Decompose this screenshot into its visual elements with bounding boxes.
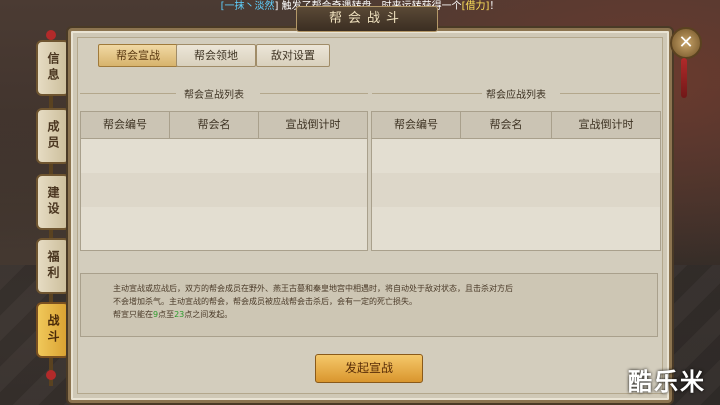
red-knot-icon (46, 30, 56, 40)
close-button[interactable]: ✕ (670, 27, 702, 59)
table-row (81, 207, 367, 241)
war-rules-info: 主动宣战或应战后，双方的帮会成员在野外、燕王古墓和秦皇地宫中相遇时，将自动处于敌… (80, 273, 658, 337)
table-header: 帮会编号 帮会名 宣战倒计时 (81, 112, 367, 139)
tab-declare-war[interactable]: 帮会宣战 (98, 44, 178, 67)
side-tab-members[interactable]: 成员 (36, 108, 70, 164)
divider (80, 93, 176, 94)
column-header: 帮会名 (170, 112, 259, 138)
divider (372, 93, 482, 94)
watermark-logo: 酷乐米 (628, 368, 706, 396)
column-header: 宣战倒计时 (285, 118, 341, 131)
side-tab-welfare[interactable]: 福利 (36, 238, 70, 294)
declare-list-title: 帮会宣战列表 (184, 90, 244, 101)
tassel-decoration (681, 58, 687, 98)
info-line: 主动宣战或应战后，双方的帮会成员在野外、燕王古墓和秦皇地宫中相遇时，将自动处于敌… (113, 284, 513, 293)
column-header: 帮会名 (461, 112, 552, 138)
divider (560, 93, 660, 94)
column-header: 帮会编号 (372, 112, 461, 138)
table-row (372, 139, 660, 173)
tab-enemy-settings[interactable]: 敌对设置 (256, 44, 330, 67)
accept-war-table: 帮会编号 帮会名 宣战倒计时 (371, 111, 661, 251)
tab-territory[interactable]: 帮会领地 (176, 44, 256, 67)
red-knot-icon (46, 370, 56, 380)
table-header: 帮会编号 帮会名 宣战倒计时 (372, 112, 660, 139)
table-row (372, 173, 660, 207)
table-row (372, 207, 660, 241)
side-tab-build[interactable]: 建设 (36, 174, 70, 230)
side-tab-battle[interactable]: 战斗 (36, 302, 70, 358)
info-line: 帮宣只能在9点至23点之间发起。 (113, 310, 233, 319)
side-tab-info[interactable]: 信息 (36, 40, 70, 96)
declare-war-button[interactable]: 发起宣战 (315, 354, 423, 383)
panel-title: 帮会战斗 (296, 6, 438, 32)
accept-list-title: 帮会应战列表 (486, 90, 546, 101)
info-line: 不会增加杀气。主动宣战的帮会，帮会成员被应战帮会击杀后，会有一定的死亡损失。 (113, 297, 417, 306)
table-row (81, 173, 367, 207)
table-row (81, 139, 367, 173)
divider (260, 93, 368, 94)
column-header: 宣战倒计时 (578, 118, 634, 131)
column-header: 帮会编号 (81, 112, 170, 138)
declare-war-table: 帮会编号 帮会名 宣战倒计时 (80, 111, 368, 251)
